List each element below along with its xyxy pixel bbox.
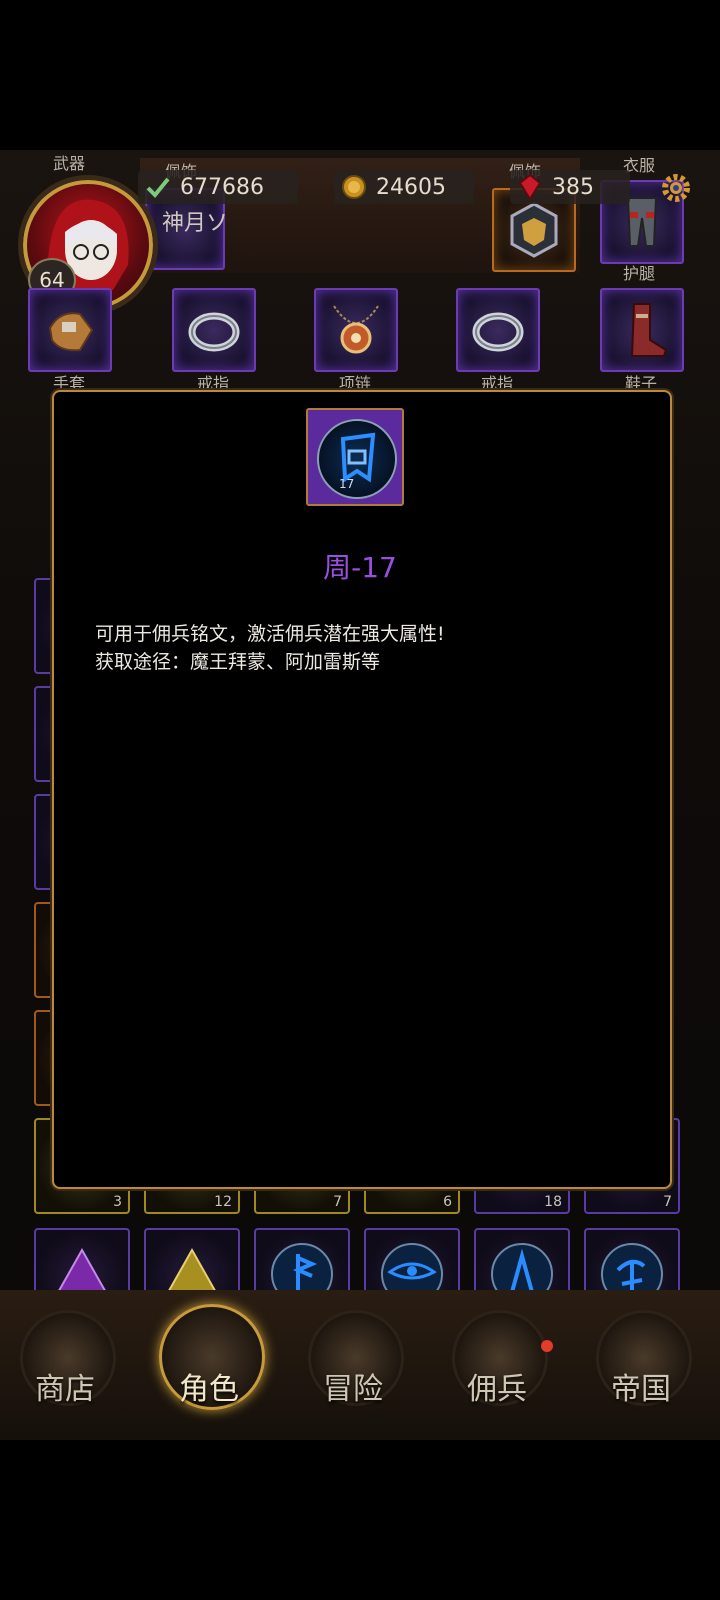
nav-shop[interactable]: 商店 — [10, 1302, 120, 1412]
red-gem-icon — [518, 173, 542, 201]
necklace-slot[interactable] — [314, 288, 398, 372]
player-name: 神月ソ — [162, 211, 229, 236]
silver-ring-icon — [472, 312, 524, 352]
gem-stat: 385 — [510, 170, 630, 204]
power-value: 677686 — [180, 174, 264, 200]
rune-level-number: 17 — [339, 477, 355, 491]
leg-guard-label: 护腿 — [622, 264, 655, 283]
gold-coin-icon — [342, 175, 366, 199]
nav-shop-label: 商店 — [35, 1372, 95, 1407]
item-detail-dialog[interactable] — [52, 390, 672, 1189]
nav-adventure-label: 冒险 — [323, 1372, 383, 1407]
rune-item-icon-frame: 17 — [306, 408, 404, 506]
nav-character-label: 角色 — [179, 1372, 239, 1407]
gold-value: 24605 — [376, 174, 446, 200]
shield-amulet-icon — [510, 202, 558, 258]
gold-stat: 24605 — [334, 170, 474, 204]
gauntlet-icon — [48, 312, 94, 352]
gloves-slot[interactable] — [28, 288, 112, 372]
silver-ring-icon — [188, 312, 240, 352]
power-stat: 677686 — [138, 170, 298, 204]
shoes-slot[interactable] — [600, 288, 684, 372]
nav-mercenary[interactable]: 佣兵 — [442, 1302, 552, 1412]
ring-left-slot[interactable] — [172, 288, 256, 372]
amulet-necklace-icon — [333, 305, 379, 354]
item-title: 周-17 — [323, 551, 397, 584]
boot-icon — [630, 303, 668, 357]
item-description: 可用于佣兵铭文，激活佣兵潜在强大属性! 获取途径：魔王拜蒙、阿加雷斯等 — [95, 620, 445, 676]
nav-character[interactable]: 角色 — [154, 1302, 265, 1412]
nav-adventure[interactable]: 冒险 — [298, 1302, 408, 1412]
checkmark-icon — [146, 177, 170, 198]
weapon-label: 武器 — [52, 154, 85, 173]
nav-empire-label: 帝国 — [611, 1372, 671, 1407]
description-line-source: 获取途径：魔王拜蒙、阿加雷斯等 — [95, 651, 381, 673]
nav-mercenary-label: 佣兵 — [467, 1372, 527, 1407]
description-line-usage: 可用于佣兵铭文，激活佣兵潜在强大属性! — [95, 623, 445, 645]
ring-right-slot[interactable] — [456, 288, 540, 372]
gem-value: 385 — [552, 174, 594, 200]
notification-dot — [541, 1340, 553, 1352]
rune-item-badge: 17 — [317, 419, 397, 499]
screen: 武器 佩饰 佩饰 衣服 护腿 64 神月ソ 677686 24605 385 — [0, 0, 720, 1600]
gear-settings-icon[interactable] — [660, 172, 692, 204]
zhou-rune-icon — [340, 432, 376, 483]
nav-empire[interactable]: 帝国 — [586, 1302, 696, 1412]
